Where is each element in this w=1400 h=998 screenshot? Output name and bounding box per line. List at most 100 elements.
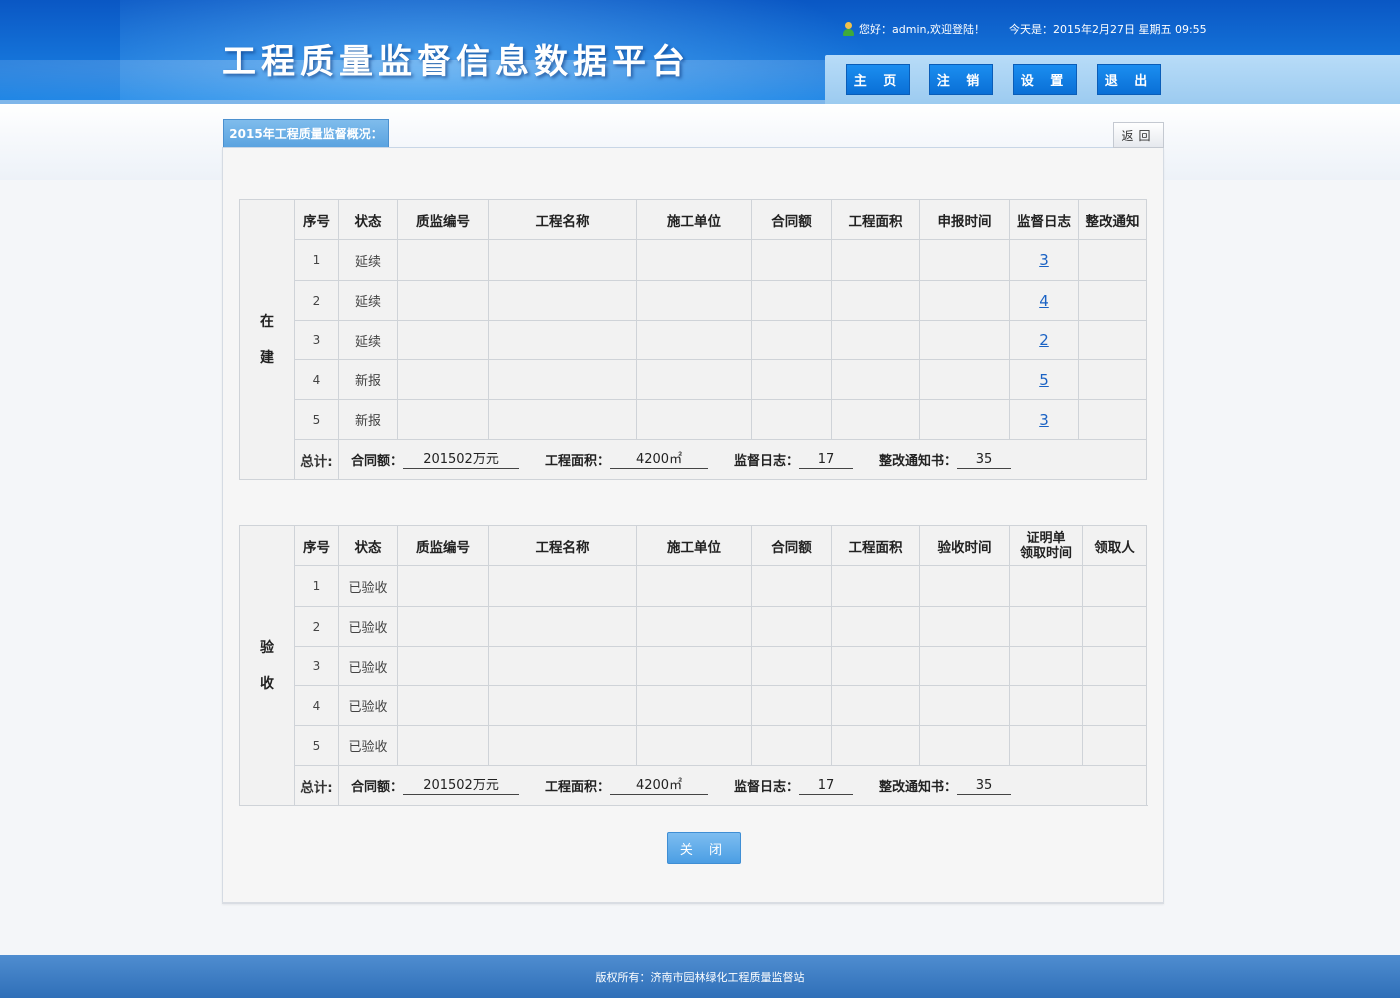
row-index: 4: [294, 359, 339, 400]
cell-empty: [636, 239, 752, 281]
area-value: 4200㎡: [610, 451, 709, 469]
cell-empty: [488, 725, 637, 766]
cell-empty: [831, 646, 920, 686]
log-cell: 3: [1009, 399, 1079, 440]
row-status: 已验收: [338, 646, 398, 686]
footer: 版权所有：济南市园林绿化工程质量监督站: [0, 955, 1400, 998]
building-table: 在 建 序号 状态 质监编号 工程名称 施工单位 合同额 工程面积 申报时间 监…: [239, 199, 1147, 480]
cell-empty: [636, 606, 752, 647]
log-link[interactable]: 4: [1039, 292, 1049, 310]
notice-value: 35: [957, 451, 1012, 469]
table-row: 3 延续 2: [240, 320, 1147, 360]
row-index: 4: [294, 685, 339, 726]
cell-empty: [636, 399, 752, 440]
cell-empty: [751, 280, 832, 321]
header-line: 证明单: [1026, 530, 1066, 546]
table-row: 2 已验收: [240, 606, 1147, 647]
close-button[interactable]: 关 闭: [667, 832, 741, 864]
cell-empty: [919, 239, 1010, 281]
log-total-value: 17: [799, 777, 854, 795]
cell-empty: [488, 606, 637, 647]
cell-empty: [919, 725, 1010, 766]
table-row: 5 已验收: [240, 725, 1147, 766]
notice-value: 35: [957, 777, 1012, 795]
col-header-project-name: 工程名称: [488, 525, 637, 566]
log-cell: 4: [1009, 280, 1079, 321]
cell-empty: [831, 320, 920, 360]
total-summary: 合同额： 201502万元 工程面积： 4200㎡ 监督日志： 17 整改通知书…: [338, 439, 1147, 480]
cell-empty: [636, 359, 752, 400]
nav-settings-button[interactable]: 设 置: [1013, 64, 1077, 95]
col-header-project-name: 工程名称: [488, 199, 637, 240]
area-label: 工程面积：: [545, 780, 611, 795]
cell-empty: [397, 606, 489, 647]
cell-empty: [1009, 606, 1083, 647]
row-index: 3: [294, 320, 339, 360]
col-header-log: 监督日志: [1009, 199, 1079, 240]
col-header-certificate: 证明单 领取时间: [1009, 525, 1083, 566]
row-status: 延续: [338, 239, 398, 281]
cell-empty: [1078, 280, 1147, 321]
col-header-status: 状态: [338, 199, 398, 240]
cell-empty: [751, 239, 832, 281]
cell-empty: [1009, 565, 1083, 607]
row-status: 新报: [338, 359, 398, 400]
building-side-label: 在 建: [239, 199, 295, 480]
col-header-code: 质监编号: [397, 199, 489, 240]
back-button[interactable]: 返回: [1113, 122, 1164, 148]
cell-empty: [831, 565, 920, 607]
row-status: 延续: [338, 280, 398, 321]
greeting-text: 您好：admin,欢迎登陆！: [859, 23, 985, 36]
nav-home-button[interactable]: 主 页: [846, 64, 910, 95]
area-label: 工程面积：: [545, 454, 611, 469]
table-row: 1 延续 3: [240, 239, 1147, 281]
total-summary: 合同额： 201502万元 工程面积： 4200㎡ 监督日志： 17 整改通知书…: [338, 765, 1147, 806]
cell-empty: [751, 646, 832, 686]
notice-label: 整改通知书：: [879, 780, 958, 795]
cell-empty: [636, 646, 752, 686]
side-char: 收: [260, 675, 274, 692]
log-total-value: 17: [799, 451, 854, 469]
total-label: 总计:: [294, 765, 339, 806]
cell-empty: [488, 359, 637, 400]
cell-empty: [636, 565, 752, 607]
cell-empty: [397, 646, 489, 686]
cell-empty: [1082, 685, 1147, 726]
cell-empty: [751, 399, 832, 440]
row-status: 已验收: [338, 565, 398, 607]
side-char: 验: [260, 639, 274, 656]
cell-empty: [397, 685, 489, 726]
cell-empty: [1082, 606, 1147, 647]
cell-empty: [919, 606, 1010, 647]
row-status: 已验收: [338, 606, 398, 647]
log-link[interactable]: 3: [1039, 411, 1049, 429]
cell-empty: [919, 320, 1010, 360]
log-cell: 3: [1009, 239, 1079, 281]
cell-empty: [919, 359, 1010, 400]
cell-empty: [919, 280, 1010, 321]
log-link[interactable]: 2: [1039, 331, 1049, 349]
contract-value: 201502万元: [403, 451, 520, 469]
nav-panel: 主 页 注 销 设 置 退 出: [825, 55, 1400, 104]
table-row: 4 已验收: [240, 685, 1147, 726]
cell-empty: [751, 725, 832, 766]
log-link[interactable]: 3: [1039, 251, 1049, 269]
cell-empty: [488, 280, 637, 321]
site-title: 工程质量监督信息数据平台: [222, 42, 690, 82]
col-header-notice: 整改通知: [1078, 199, 1147, 240]
table-row: 4 新报 5: [240, 359, 1147, 400]
cell-empty: [831, 239, 920, 281]
cell-empty: [397, 239, 489, 281]
table-row: 3 已验收: [240, 646, 1147, 686]
total-row: 总计: 合同额： 201502万元 工程面积： 4200㎡ 监督日志： 17 整…: [240, 765, 1147, 806]
nav-logout-button[interactable]: 注 销: [929, 64, 993, 95]
table-row: 2 延续 4: [240, 280, 1147, 321]
contract-label: 合同额：: [351, 454, 404, 469]
nav-exit-button[interactable]: 退 出: [1097, 64, 1161, 95]
row-status: 延续: [338, 320, 398, 360]
cell-empty: [1009, 685, 1083, 726]
col-header-contractor: 施工单位: [636, 525, 752, 566]
log-cell: 5: [1009, 359, 1079, 400]
log-link[interactable]: 5: [1039, 371, 1049, 389]
panel-shadow: [222, 900, 1164, 904]
